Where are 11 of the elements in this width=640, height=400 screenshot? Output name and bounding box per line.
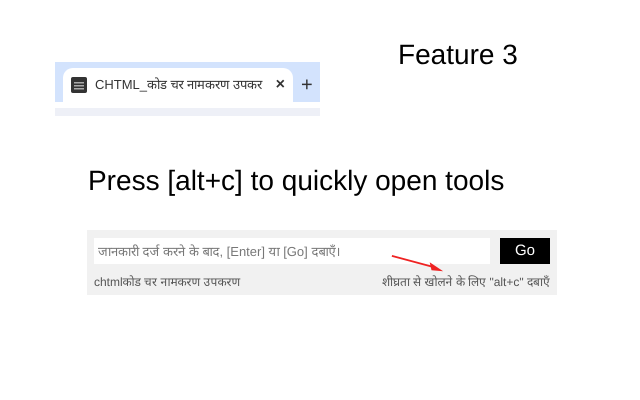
close-icon[interactable]: × (276, 73, 285, 97)
caption: Press [alt+c] to quickly open tools (88, 164, 506, 198)
tab-title: CHTML_कोड चर नामकरण उपकर (95, 76, 264, 94)
input-field[interactable]: जानकारी दर्ज करने के बाद, [Enter] या [Go] दबाएँ। (94, 238, 490, 264)
new-tab-button[interactable]: + (301, 70, 313, 100)
app-icon (71, 77, 87, 93)
tool-name: chtmlकोड चर नामकरण उपकरण (94, 274, 241, 291)
go-button[interactable]: Go (500, 238, 550, 264)
shortcut-hint: शीघ्रता से खोलने के लिए "alt+c" दबाएँ (382, 274, 550, 291)
browser-tab[interactable]: CHTML_कोड चर नामकरण उपकर × (63, 68, 293, 102)
feature-heading: Feature 3 (398, 38, 519, 72)
